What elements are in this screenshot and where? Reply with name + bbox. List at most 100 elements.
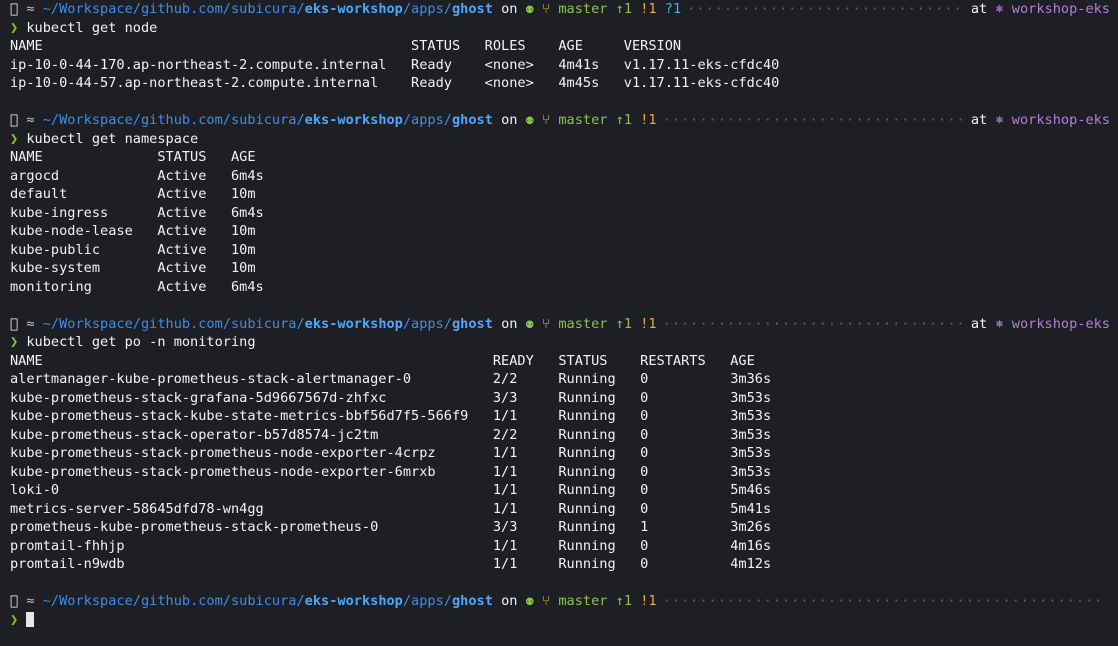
table-row-text: kube-prometheus-stack-operator-b57d8574-… [10, 426, 772, 443]
git-icon: ⚉ [525, 593, 534, 609]
prompt-status-line:  ≈ ~/Workspace/github.com/subicura/eks-… [10, 592, 1118, 611]
table-row-text: kube-ingress Active 6m4s [10, 204, 264, 221]
prompt-status-line:  ≈ ~/Workspace/github.com/subicura/eks-… [10, 111, 1118, 130]
folder-icon: ≈ [26, 315, 35, 332]
table-row: kube-prometheus-stack-prometheus-node-ex… [10, 463, 1118, 482]
table-row: promtail-n9wdb 1/1 Running 0 4m12s [10, 555, 1118, 574]
table-row-text: kube-prometheus-stack-kube-state-metrics… [10, 408, 772, 424]
git-ahead: ↑1 [607, 315, 633, 332]
path-leaf: ghost [451, 1, 493, 17]
table-row: kube-public Active 10m [10, 241, 1118, 260]
git-ahead: ↑1 [607, 112, 633, 128]
table-row: kube-prometheus-stack-grafana-5d9667567d… [10, 389, 1118, 408]
table-row: monitoring Active 6m4s [10, 278, 1118, 297]
kubernetes-icon: ⎈ [995, 1, 1012, 17]
branch-icon: ⑂ [542, 593, 551, 609]
table-row: kube-prometheus-stack-operator-b57d8574-… [10, 426, 1118, 445]
table-row-text: ip-10-0-44-57.ap-northeast-2.compute.int… [10, 75, 780, 91]
git-ahead: ↑1 [607, 1, 633, 17]
table-row: argocd Active 6m4s [10, 167, 1118, 186]
prompt-leader-dots: ········································… [662, 112, 965, 128]
table-row: alertmanager-kube-prometheus-stack-alert… [10, 370, 1118, 389]
kube-context: workshop-eks [1011, 112, 1110, 128]
table-header-row: NAME STATUS ROLES AGE VERSION [10, 37, 1118, 56]
text-cursor[interactable] [26, 611, 35, 627]
kube-context: workshop-eks [1011, 315, 1110, 332]
path-leaf: ghost [451, 112, 493, 128]
at-word: at [970, 1, 996, 17]
at-word: at [970, 112, 996, 128]
table-header-row: NAME STATUS AGE [10, 148, 1118, 167]
table-row: promtail-fhhjp 1/1 Running 0 4m16s [10, 537, 1118, 556]
prompt-left-segment:  ≈ ~/Workspace/github.com/subicura/eks-… [10, 315, 657, 334]
git-icon: ⚉ [525, 1, 534, 17]
table-row-text: monitoring Active 6m4s [10, 278, 264, 295]
table-row-text: default Active 10m [10, 186, 256, 202]
table-row-text: kube-public Active 10m [10, 241, 256, 258]
table-row-text: argocd Active 6m4s [10, 167, 264, 184]
table-row: ip-10-0-44-57.ap-northeast-2.compute.int… [10, 74, 1118, 93]
prompt-symbol: ❯ [10, 611, 27, 628]
path-repo: eks-workshop [304, 112, 403, 128]
prompt-left-segment:  ≈ ~/Workspace/github.com/subicura/eks-… [10, 111, 657, 130]
table-header-text: NAME STATUS AGE [10, 149, 256, 165]
prompt-left-segment:  ≈ ~/Workspace/github.com/subicura/eks-… [10, 592, 657, 611]
at-word: at [970, 315, 996, 332]
table-row: kube-prometheus-stack-kube-state-metrics… [10, 407, 1118, 426]
table-row: default Active 10m [10, 185, 1118, 204]
prompt-status-line:  ≈ ~/Workspace/github.com/subicura/eks-… [10, 0, 1118, 19]
table-row-text: kube-prometheus-stack-grafana-5d9667567d… [10, 389, 772, 406]
kubernetes-icon: ⎈ [995, 315, 1012, 332]
apple-icon:  [10, 112, 19, 128]
table-row-text: alertmanager-kube-prometheus-stack-alert… [10, 371, 772, 387]
prompt-leader-dots: ········································… [662, 593, 1104, 609]
output-table: NAME STATUS AGE argocd Active 6m4s default… [10, 148, 1118, 296]
output-table: NAME READY STATUS RESTARTS AGE alertmanag… [10, 352, 1118, 574]
prompt-symbol: ❯ [10, 334, 27, 350]
git-branch: master [550, 593, 608, 609]
path-mid: /apps/ [402, 112, 452, 128]
command-line: ❯ kubectl get node [10, 19, 1118, 38]
table-row-text: metrics-server-58645dfd78-wn4gg 1/1 Runn… [10, 500, 772, 517]
table-row: loki-0 1/1 Running 0 5m46s [10, 481, 1118, 500]
kube-context: workshop-eks [1011, 1, 1110, 17]
path-prefix: ~/Workspace/github.com/subicura/ [42, 1, 305, 17]
table-row-text: promtail-fhhjp 1/1 Running 0 4m16s [10, 537, 772, 554]
path-repo: eks-workshop [304, 315, 403, 332]
folder-icon: ≈ [26, 112, 35, 128]
git-untracked: ?1 [656, 1, 682, 17]
prompt-right-segment: at ⎈ workshop-eks [971, 315, 1118, 334]
command-text: kubectl get node [26, 19, 158, 36]
prompt-right-segment: at ⎈ workshop-eks [971, 0, 1118, 19]
path-mid: /apps/ [402, 315, 452, 332]
table-row-text: kube-prometheus-stack-prometheus-node-ex… [10, 463, 772, 480]
output-table: NAME STATUS ROLES AGE VERSION ip-10-0-44-… [10, 37, 1118, 93]
on-word: on [492, 1, 526, 17]
kubernetes-icon: ⎈ [995, 112, 1012, 128]
command-line: ❯ kubectl get po -n monitoring [10, 333, 1118, 352]
path-prefix: ~/Workspace/github.com/subicura/ [42, 315, 305, 332]
table-row-text: kube-node-lease Active 10m [10, 223, 256, 239]
git-branch: master [550, 112, 608, 128]
path-leaf: ghost [451, 593, 493, 609]
on-word: on [492, 315, 526, 332]
git-modified: !1 [632, 1, 657, 17]
prompt-leader-dots: ········································… [662, 315, 965, 332]
apple-icon:  [10, 315, 19, 332]
active-command-line[interactable]: ❯ [10, 611, 1118, 630]
git-modified: !1 [632, 593, 657, 609]
table-row: kube-prometheus-stack-prometheus-node-ex… [10, 444, 1118, 463]
table-row-text: loki-0 1/1 Running 0 5m46s [10, 482, 772, 498]
table-header-row: NAME READY STATUS RESTARTS AGE [10, 352, 1118, 371]
table-row: metrics-server-58645dfd78-wn4gg 1/1 Runn… [10, 500, 1118, 519]
terminal-window[interactable]:  ≈ ~/Workspace/github.com/subicura/eks-… [0, 0, 1118, 646]
git-modified: !1 [632, 315, 657, 332]
git-branch: master [550, 315, 608, 332]
